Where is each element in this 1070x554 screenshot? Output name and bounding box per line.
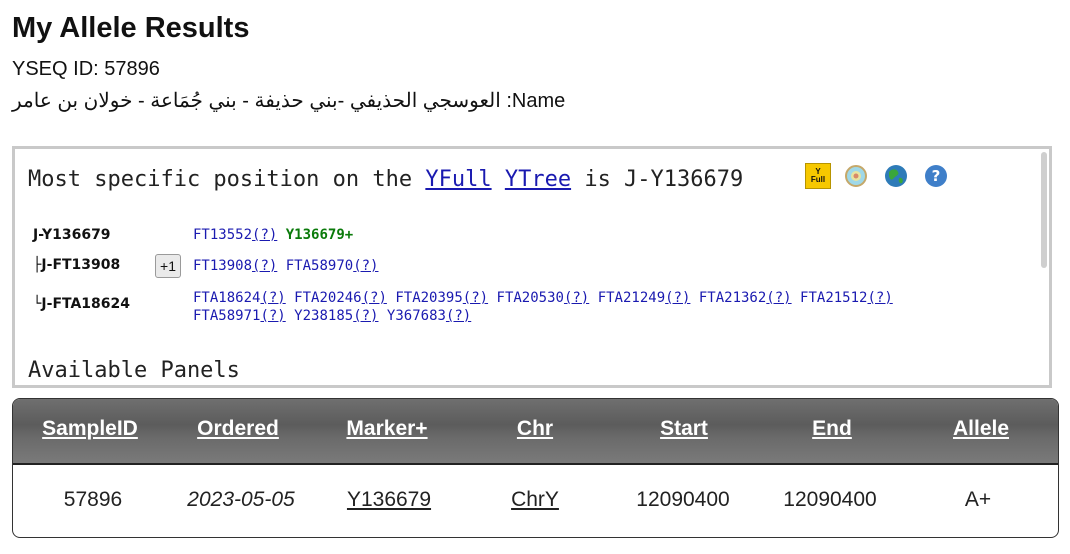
cell-sampleid: 57896 (63, 488, 123, 511)
cell-marker-link[interactable]: Y136679 (347, 488, 431, 512)
col-header-allele[interactable]: Allele (953, 417, 1009, 441)
tree-panel[interactable]: Most specific position on the YFull YTre… (12, 146, 1052, 388)
col-header-sampleid[interactable]: SampleID (42, 417, 138, 441)
snp-link[interactable]: FTA58970 (286, 258, 353, 274)
snp-info-link[interactable]: (?) (446, 308, 471, 324)
snp-link[interactable]: FTA21512 (800, 290, 867, 306)
table-header: SampleID Ordered Marker+ Chr Start End A… (13, 399, 1058, 465)
snp-info-link[interactable]: (?) (463, 290, 488, 306)
snp-link[interactable]: FTA58971 (193, 308, 260, 324)
col-header-ordered[interactable]: Ordered (197, 417, 279, 441)
ytree-link[interactable]: YTree (505, 167, 571, 192)
tree-node-j-y136679: J-Y136679 (33, 227, 111, 243)
snp-info-link[interactable]: (?) (665, 290, 690, 306)
snp-info-link[interactable]: (?) (867, 290, 892, 306)
snp-info-link[interactable]: (?) (252, 227, 277, 243)
snp-info-link[interactable]: (?) (564, 290, 589, 306)
snp-info-link[interactable]: (?) (353, 308, 378, 324)
snp-link[interactable]: Y238185 (294, 308, 353, 324)
svg-text:?: ? (932, 167, 941, 185)
name-line: العوسجي الحذيفي -بني حذيفة - بني جُمَاعة… (12, 90, 566, 112)
tree-row-1-snps: FT13552(?) Y136679+ (193, 226, 1033, 244)
col-header-marker[interactable]: Marker+ (346, 417, 427, 441)
snp-link[interactable]: FTA21362 (699, 290, 766, 306)
col-header-start[interactable]: Start (660, 417, 708, 441)
expand-plus-button[interactable]: +1 (155, 254, 181, 278)
tree-node-j-fta18624[interactable]: └J-FTA18624 (33, 296, 130, 312)
snp-link[interactable]: Y367683 (387, 308, 446, 324)
results-table: SampleID Ordered Marker+ Chr Start End A… (12, 398, 1059, 538)
snp-info-link[interactable]: (?) (353, 258, 378, 274)
tree-row-2-snps: FT13908(?) FTA58970(?) (193, 257, 1033, 275)
positive-snp: Y136679+ (285, 227, 354, 243)
yfull-icon-bottom: Full (810, 175, 826, 184)
most-specific-position: Most specific position on the YFull YTre… (28, 167, 743, 192)
yseq-id: YSEQ ID: 57896 (12, 58, 160, 80)
snp-info-link[interactable]: (?) (766, 290, 791, 306)
snp-link[interactable]: FTA21249 (598, 290, 665, 306)
tree-node-j-ft13908[interactable]: ├J-FT13908 (33, 257, 120, 273)
snp-info-link[interactable]: (?) (260, 290, 285, 306)
cell-ordered: 2023-05-05 (187, 488, 295, 511)
most-suffix: is J-Y136679 (571, 167, 744, 192)
available-panels-heading: Available Panels (28, 358, 240, 383)
cell-chr-link[interactable]: ChrY (511, 488, 559, 512)
snp-info-link[interactable]: (?) (252, 258, 277, 274)
cell-allele: A+ (964, 488, 992, 511)
snp-link[interactable]: FT13552 (193, 227, 252, 243)
yfull-logo-icon[interactable]: Y Full (805, 163, 831, 189)
most-prefix: Most specific position on the (28, 167, 426, 192)
page-title: My Allele Results (12, 12, 250, 44)
snp-link[interactable]: FTA20530 (497, 290, 564, 306)
cell-end: 12090400 (783, 488, 877, 511)
col-header-end[interactable]: End (812, 417, 852, 441)
snp-info-link[interactable]: (?) (260, 308, 285, 324)
help-icon[interactable]: ? (923, 163, 949, 189)
col-header-chr[interactable]: Chr (517, 417, 553, 441)
tree-row-3-snps: FTA18624(?) FTA20246(?) FTA20395(?) FTA2… (193, 289, 1033, 325)
snp-link[interactable]: FTA18624 (193, 290, 260, 306)
cell-start: 12090400 (636, 488, 730, 511)
snp-link[interactable]: FT13908 (193, 258, 252, 274)
yfull-link[interactable]: YFull (425, 167, 491, 192)
snp-link[interactable]: FTA20395 (395, 290, 462, 306)
scrollbar[interactable] (1041, 152, 1047, 268)
ytree-globe-icon[interactable] (843, 163, 869, 189)
globe-map-icon[interactable] (883, 163, 909, 189)
snp-link[interactable]: FTA20246 (294, 290, 361, 306)
snp-info-link[interactable]: (?) (362, 290, 387, 306)
